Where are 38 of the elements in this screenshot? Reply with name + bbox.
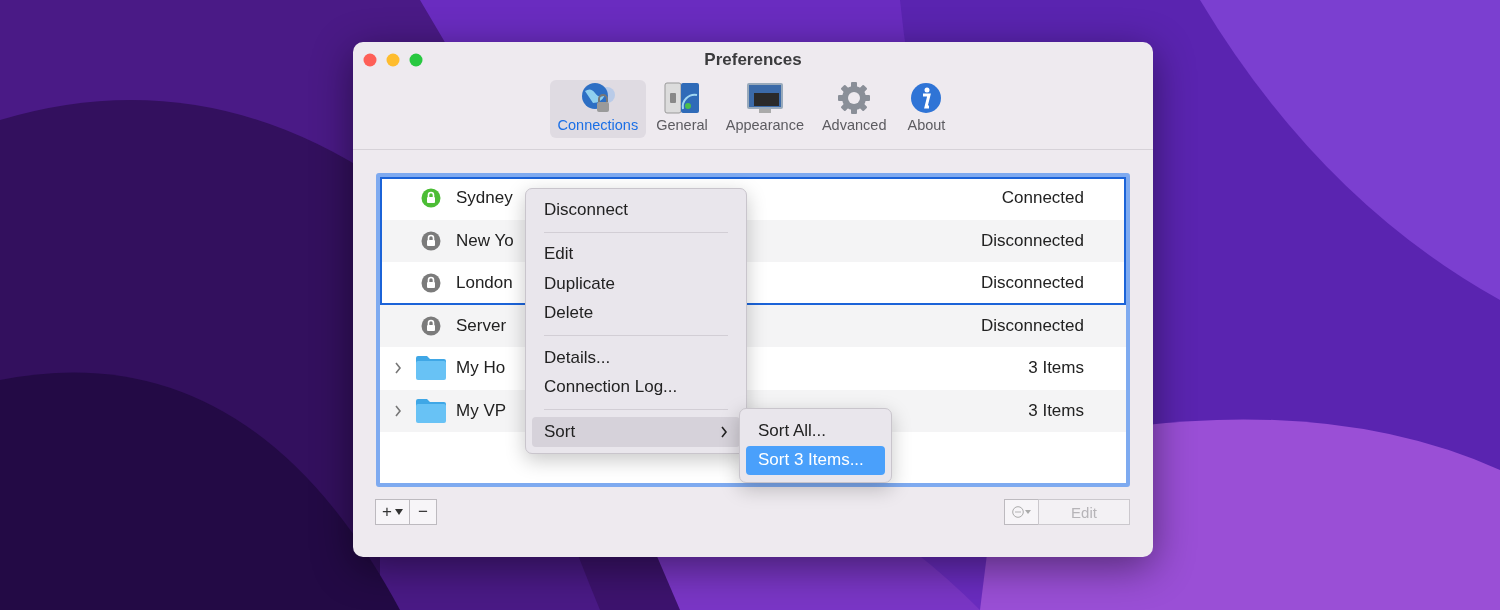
connection-status: Disconnected	[981, 273, 1084, 294]
toolbar-tab[interactable]: Connections	[549, 80, 647, 138]
monitor-icon	[744, 81, 785, 115]
toolbar-tab[interactable]: About	[896, 80, 957, 138]
toolbar-tab[interactable]: Advanced	[813, 80, 895, 138]
connection-name: New Yo	[456, 230, 514, 251]
disclosure-chevron-icon[interactable]	[394, 404, 402, 417]
toolbar-tab[interactable]: General	[648, 80, 716, 138]
more-options-icon	[1011, 506, 1032, 518]
toolbar-tab[interactable]: Appearance	[717, 80, 812, 138]
connection-name: Server	[456, 315, 507, 336]
connection-status: 3 Items	[1028, 400, 1084, 421]
gear-icon	[837, 81, 872, 115]
connection-status: Disconnected	[981, 315, 1084, 336]
zoom-button[interactable]	[409, 53, 423, 67]
connection-status: Connected	[1001, 188, 1084, 209]
switch-panel-icon	[663, 81, 700, 115]
connection-status: Disconnected	[981, 230, 1084, 251]
disclosure-chevron-icon[interactable]	[394, 362, 402, 375]
add-button[interactable]: +	[375, 499, 410, 525]
connection-name: London	[456, 273, 513, 294]
info-icon	[909, 81, 944, 115]
menu-item[interactable]: Sort All...	[746, 416, 885, 446]
dropdown-arrow-icon	[394, 509, 403, 515]
connection-name: My Ho	[456, 358, 506, 379]
close-button[interactable]	[363, 53, 377, 67]
remove-button[interactable]: −	[409, 499, 437, 525]
connection-status: 3 Items	[1028, 358, 1084, 379]
connection-name: My VP	[456, 400, 507, 421]
chevron-right-icon	[720, 425, 728, 438]
folder-icon	[415, 397, 447, 424]
connection-name: Sydney	[456, 188, 513, 209]
menu-item[interactable]: Duplicate	[532, 269, 740, 299]
window-title: Preferences	[704, 50, 802, 70]
folder-icon	[415, 355, 447, 382]
minimize-button[interactable]	[386, 53, 400, 67]
menu-item[interactable]: Sort	[532, 417, 740, 447]
action-menu-button[interactable]	[1004, 499, 1039, 525]
